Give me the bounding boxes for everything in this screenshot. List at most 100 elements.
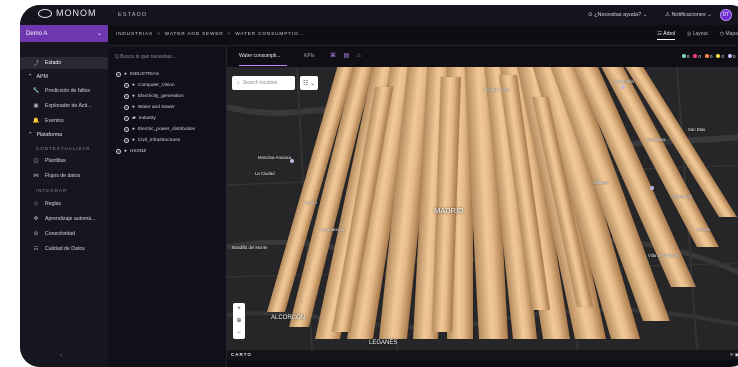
carto-logo: CARTO: [231, 352, 252, 357]
section-title: ESTADO: [118, 12, 148, 18]
poi-marker[interactable]: [621, 85, 625, 89]
chevron-down-icon: ⌄: [96, 31, 102, 37]
nav-section-contextualizar: CONTEXTUALIZAR: [36, 146, 91, 151]
sidebar-item-label: Calidad de Datos: [45, 246, 85, 252]
tree-search-input[interactable]: Q Busca lo que necesitas...: [115, 54, 176, 60]
search-icon: ⌕: [237, 80, 240, 86]
sidebar-item-flujos[interactable]: ⋈ Flujos de datos: [20, 170, 108, 182]
notifications-menu[interactable]: ⚠ Notificaciones ⌄: [665, 12, 712, 18]
sidebar-item-explorador[interactable]: ▣ Explorador de Acti...: [20, 100, 108, 112]
layers-button[interactable]: ☷ ⌄: [300, 76, 318, 90]
line-chart-icon: ⤴: [33, 61, 39, 67]
sidebar-item-calidad[interactable]: ☷ Calidad de Datos: [20, 243, 108, 255]
status-count-low[interactable]: 0: [727, 54, 735, 59]
tree-item-industrias[interactable]: − ● INDUSTRIAS: [116, 69, 159, 79]
wrench-icon: 🔧: [32, 88, 40, 94]
expand-toggle-icon[interactable]: +: [124, 93, 129, 99]
dashboard-tabs: Water consumpti... KPIs ⌘ ▤ ⌂ 0 0 0 0 0 …: [227, 46, 738, 67]
template-icon: ◫: [33, 158, 39, 164]
expand-toggle-icon[interactable]: +: [124, 126, 129, 132]
sidebar-item-aprendizaje[interactable]: ✥ Aprendizaje automá...: [20, 213, 108, 225]
tree-item-water[interactable]: + ● Water and Sewer: [124, 102, 175, 112]
logo-mark-icon: [38, 8, 52, 18]
avatar[interactable]: DT: [720, 9, 732, 21]
status-dot: [716, 54, 721, 58]
status-counts: 0 0 0 0 0 3: [681, 54, 738, 59]
poi-marker[interactable]: [290, 159, 294, 163]
map-label: La Ciudad: [255, 171, 275, 176]
map-label: San Blas: [688, 127, 706, 132]
tab-kpis[interactable]: KPIs: [304, 53, 315, 59]
tree-item-civil[interactable]: + ● Civil_Infrastructures: [124, 135, 180, 145]
tree-item-industry[interactable]: + ▰ Industry: [124, 113, 156, 123]
map-label: Ciudad Lineal: [483, 87, 510, 92]
node-icon: ●: [132, 93, 135, 99]
workspace-name: Demo A: [26, 30, 48, 37]
map-label: Vallecas: [593, 180, 609, 185]
nav-group-plataforma[interactable]: ⌃ Plataforma: [28, 132, 62, 138]
flow-icon: ⋈: [33, 173, 39, 179]
sidebar-item-prediccion[interactable]: 🔧 Predicción de fallos: [20, 85, 108, 97]
collapse-sidebar-icon[interactable]: ‹: [60, 352, 62, 359]
tree-item-computer-vision[interactable]: + ● Computer_Vision: [124, 80, 175, 90]
connect-icon: ⊘: [33, 231, 39, 237]
status-dot: [727, 54, 732, 58]
sidebar-item-estado[interactable]: ⤴ Estado: [20, 57, 108, 69]
status-count-ok[interactable]: 0: [681, 54, 689, 59]
tree-item-electric-power[interactable]: + ● Electric_power_distribution: [124, 124, 195, 134]
map-view[interactable]: Chamartín Ciudad Lineal Moncloa-Aravaca …: [227, 67, 738, 350]
tab-water-consumption[interactable]: Water consumpti...: [239, 53, 287, 66]
map-attribution-icons[interactable]: ✉ ▣ ⊙: [730, 352, 738, 358]
map-label: Chamartín: [614, 79, 635, 84]
sidebar-item-eventos[interactable]: 🔔 Eventos: [20, 115, 108, 127]
status-count-high[interactable]: 0: [704, 54, 712, 59]
map-label: Hortaleza: [647, 137, 666, 142]
nav-section-integrar: INTEGRAR: [36, 188, 68, 193]
tab-actions-icons[interactable]: ⌘ ▤ ⌂: [330, 52, 364, 59]
tree-item-hssnz[interactable]: + ● HSSNZ: [116, 146, 146, 156]
expand-toggle-icon[interactable]: +: [124, 104, 129, 110]
sidebar-item-conectividad[interactable]: ⊘ Conectividad: [20, 228, 108, 240]
poi-marker[interactable]: [650, 186, 654, 190]
city-label: LEGANÉS: [369, 340, 398, 346]
sidebar-item-plantillas[interactable]: ◫ Plantillas: [20, 155, 108, 167]
sidebar-item-label: Predicción de fallos: [45, 88, 90, 94]
expand-toggle-icon[interactable]: +: [124, 115, 129, 121]
breadcrumb-item[interactable]: INDUSTRIAS: [116, 32, 153, 37]
map-footer: CARTO ✉ ▣ ⊙: [227, 350, 738, 360]
map-label: Carabanchel: [320, 227, 345, 232]
help-menu[interactable]: ⊙ ¿Necesitas ayuda? ⌄: [588, 12, 647, 18]
tab-map[interactable]: ◷ Mapa: [720, 31, 738, 40]
expand-toggle-icon[interactable]: +: [124, 137, 129, 143]
chevron-up-icon: ⌃: [28, 132, 33, 138]
breadcrumb-item[interactable]: WATER CONSUMPTIO...: [235, 32, 305, 37]
tab-layout[interactable]: ◎ Layout: [687, 31, 708, 40]
sidebar-item-reglas[interactable]: ◇ Reglas: [20, 198, 108, 210]
status-count-critical[interactable]: 0: [693, 54, 701, 59]
breadcrumb-item[interactable]: WATER AND SEWER: [165, 32, 224, 37]
separator-icon: >: [157, 32, 161, 37]
status-count-medium[interactable]: 0: [716, 54, 724, 59]
zoom-control: + ⊕ −: [233, 303, 245, 339]
nav-group-apm[interactable]: ⌃ APM: [28, 74, 48, 80]
collapse-toggle-icon[interactable]: −: [116, 71, 121, 77]
brand-name: MONOM: [56, 8, 97, 18]
map-label: Latina: [305, 200, 317, 205]
asset-tree-panel: Q Busca lo que necesitas... − ● INDUSTRIAS…: [108, 46, 227, 367]
sidebar-item-label: Estado: [45, 60, 62, 66]
city-label: MADRID: [434, 206, 464, 215]
tree-item-electricity[interactable]: + ● Electricity_generation: [124, 91, 184, 101]
map-search-input[interactable]: ⌕ Search location: [232, 76, 295, 90]
tab-tree[interactable]: ☷ Árbol: [657, 31, 675, 40]
workspace-selector[interactable]: Demo A ⌄: [20, 25, 108, 42]
brand-logo[interactable]: MONOM: [38, 8, 97, 18]
zoom-out-button[interactable]: −: [237, 330, 241, 336]
zoom-in-button[interactable]: +: [237, 306, 241, 312]
sidebar-item-label: Reglas: [45, 201, 62, 207]
expand-toggle-icon[interactable]: +: [116, 148, 121, 154]
map-label: Villa de Vallecas: [648, 253, 680, 258]
expand-toggle-icon[interactable]: +: [124, 82, 129, 88]
bell-icon: 🔔: [32, 118, 40, 124]
status-dot: [681, 54, 686, 58]
locate-button[interactable]: ⊕: [236, 317, 241, 324]
